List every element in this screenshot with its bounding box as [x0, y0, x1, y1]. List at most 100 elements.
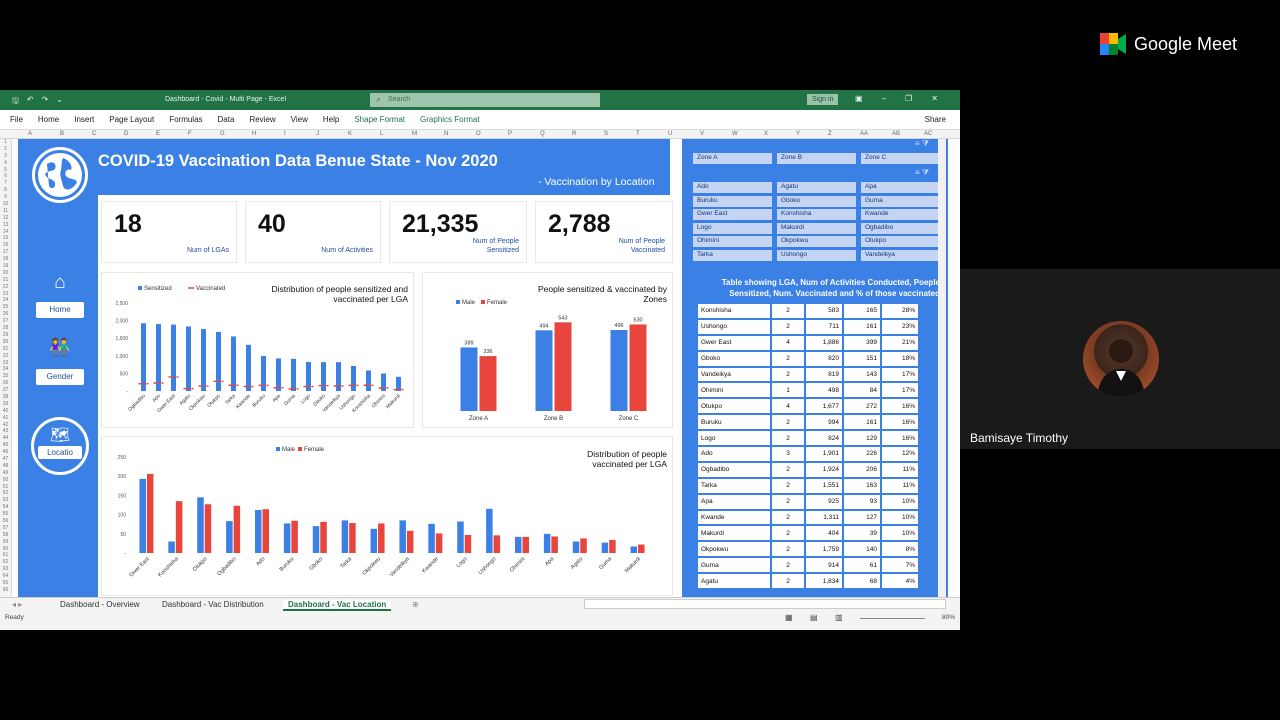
table-cell[interactable]: 4%	[882, 574, 918, 589]
row-header[interactable]: 21	[0, 277, 11, 284]
table-cell[interactable]: 914	[806, 558, 842, 573]
table-cell[interactable]: 711	[806, 319, 842, 334]
column-header[interactable]: K	[348, 131, 352, 137]
table-cell[interactable]: 2	[772, 494, 804, 509]
table-cell[interactable]: Guma	[698, 558, 770, 573]
column-header[interactable]: A	[28, 131, 32, 137]
table-cell[interactable]: 16%	[882, 415, 918, 430]
menu-graphics-format[interactable]: Graphics Format	[420, 115, 480, 124]
table-cell[interactable]: Makurdi	[698, 526, 770, 541]
row-header[interactable]: 36	[0, 380, 11, 387]
row-header[interactable]: 58	[0, 532, 11, 539]
table-cell[interactable]: 206	[844, 462, 880, 477]
row-header[interactable]: 47	[0, 456, 11, 463]
table-cell[interactable]: Apa	[698, 494, 770, 509]
tab-vac-distribution[interactable]: Dashboard - Vac Distribution	[162, 600, 264, 609]
slicer-lga-item[interactable]: Gboko	[777, 195, 856, 207]
table-cell[interactable]: 8%	[882, 542, 918, 557]
slicer-lga-item[interactable]: Ogbadibo	[861, 222, 940, 234]
column-header[interactable]: H	[252, 131, 256, 137]
table-cell[interactable]: 21%	[882, 335, 918, 350]
row-header[interactable]: 31	[0, 346, 11, 353]
tab-overview[interactable]: Dashboard - Overview	[60, 600, 140, 609]
table-cell[interactable]: 10%	[882, 526, 918, 541]
row-header[interactable]: 6	[0, 173, 11, 180]
row-header[interactable]: 63	[0, 566, 11, 573]
slicer-lga-item[interactable]: Logo	[693, 222, 772, 234]
tab-nav-icon[interactable]: ◂ ▸	[12, 600, 22, 609]
table-cell[interactable]: 583	[806, 304, 842, 318]
table-cell[interactable]: 68	[844, 574, 880, 589]
slicer-lga-item[interactable]: Ado	[693, 182, 772, 193]
row-header[interactable]: 45	[0, 442, 11, 449]
location-button[interactable]: Locatio	[38, 446, 82, 459]
table-cell[interactable]: 1,924	[806, 462, 842, 477]
row-header[interactable]: 42	[0, 422, 11, 429]
row-header[interactable]: 29	[0, 332, 11, 339]
row-header[interactable]: 53	[0, 497, 11, 504]
search-box[interactable]: Search	[370, 93, 600, 107]
menu-formulas[interactable]: Formulas	[169, 115, 202, 124]
column-header[interactable]: T	[636, 131, 640, 137]
table-cell[interactable]: 1	[772, 383, 804, 398]
row-header[interactable]: 3	[0, 153, 11, 160]
column-header[interactable]: Q	[540, 131, 545, 137]
table-cell[interactable]: 140	[844, 542, 880, 557]
close-icon[interactable]: ✕	[931, 94, 938, 103]
row-header[interactable]: 7	[0, 180, 11, 187]
slicer-zone-item[interactable]: Zone A	[693, 153, 772, 164]
slicer-lga-item[interactable]: Otukpo	[861, 236, 940, 247]
slicer-lga-item[interactable]: Apa	[861, 182, 940, 193]
table-cell[interactable]: 16%	[882, 431, 918, 446]
menu-view[interactable]: View	[291, 115, 308, 124]
column-header[interactable]: M	[412, 131, 417, 137]
table-cell[interactable]: Buruku	[698, 415, 770, 430]
table-cell[interactable]: Logo	[698, 431, 770, 446]
table-cell[interactable]: 226	[844, 447, 880, 461]
add-sheet-icon[interactable]: ⊕	[412, 600, 419, 609]
table-cell[interactable]: 28%	[882, 304, 918, 318]
column-header[interactable]: Y	[796, 131, 800, 137]
table-cell[interactable]: 4	[772, 399, 804, 414]
row-header[interactable]: 10	[0, 201, 11, 208]
table-cell[interactable]: 404	[806, 526, 842, 541]
table-cell[interactable]: Ogbadibo	[698, 462, 770, 477]
menu-review[interactable]: Review	[249, 115, 275, 124]
table-cell[interactable]: 165	[844, 304, 880, 318]
slicer-lga-item[interactable]: Makurdi	[777, 222, 856, 234]
row-header[interactable]: 59	[0, 539, 11, 546]
column-header[interactable]: G	[220, 131, 225, 137]
column-header[interactable]: B	[60, 131, 64, 137]
view-normal-icon[interactable]: ▦	[785, 613, 793, 622]
table-cell[interactable]: 61	[844, 558, 880, 573]
table-cell[interactable]: 39	[844, 526, 880, 541]
column-header[interactable]: AB	[892, 131, 900, 137]
table-cell[interactable]: 2	[772, 351, 804, 366]
customize-icon[interactable]: ⌄	[56, 95, 63, 109]
location-button-ring[interactable]: 🗺 Locatio	[31, 417, 89, 475]
slicer-lga-item[interactable]: Kwande	[861, 209, 940, 220]
slicer-zone-item[interactable]: Zone C	[861, 153, 940, 164]
column-header[interactable]: S	[604, 131, 608, 137]
table-cell[interactable]: 4	[772, 335, 804, 350]
minimize-icon[interactable]: –	[882, 94, 886, 103]
row-header[interactable]: 2	[0, 146, 11, 153]
restore-icon[interactable]: ❐	[905, 94, 912, 103]
slicer-lga-item[interactable]: Ushongo	[777, 249, 856, 261]
table-cell[interactable]: 2	[772, 558, 804, 573]
row-header[interactable]: 46	[0, 449, 11, 456]
row-header[interactable]: 49	[0, 470, 11, 477]
table-cell[interactable]: 2	[772, 542, 804, 557]
row-header[interactable]: 44	[0, 435, 11, 442]
row-header[interactable]: 28	[0, 325, 11, 332]
menu-file[interactable]: File	[10, 115, 23, 124]
slicer-lga-item[interactable]: Guma	[861, 195, 940, 207]
column-header[interactable]: AC	[924, 131, 932, 137]
table-cell[interactable]: 1,551	[806, 478, 842, 493]
slicer-zone-item[interactable]: Zone B	[777, 153, 856, 164]
menu-data[interactable]: Data	[218, 115, 235, 124]
sign-in-button[interactable]: Sign in	[807, 94, 839, 105]
row-header[interactable]: 41	[0, 415, 11, 422]
row-header[interactable]: 66	[0, 587, 11, 594]
table-cell[interactable]: 994	[806, 415, 842, 430]
